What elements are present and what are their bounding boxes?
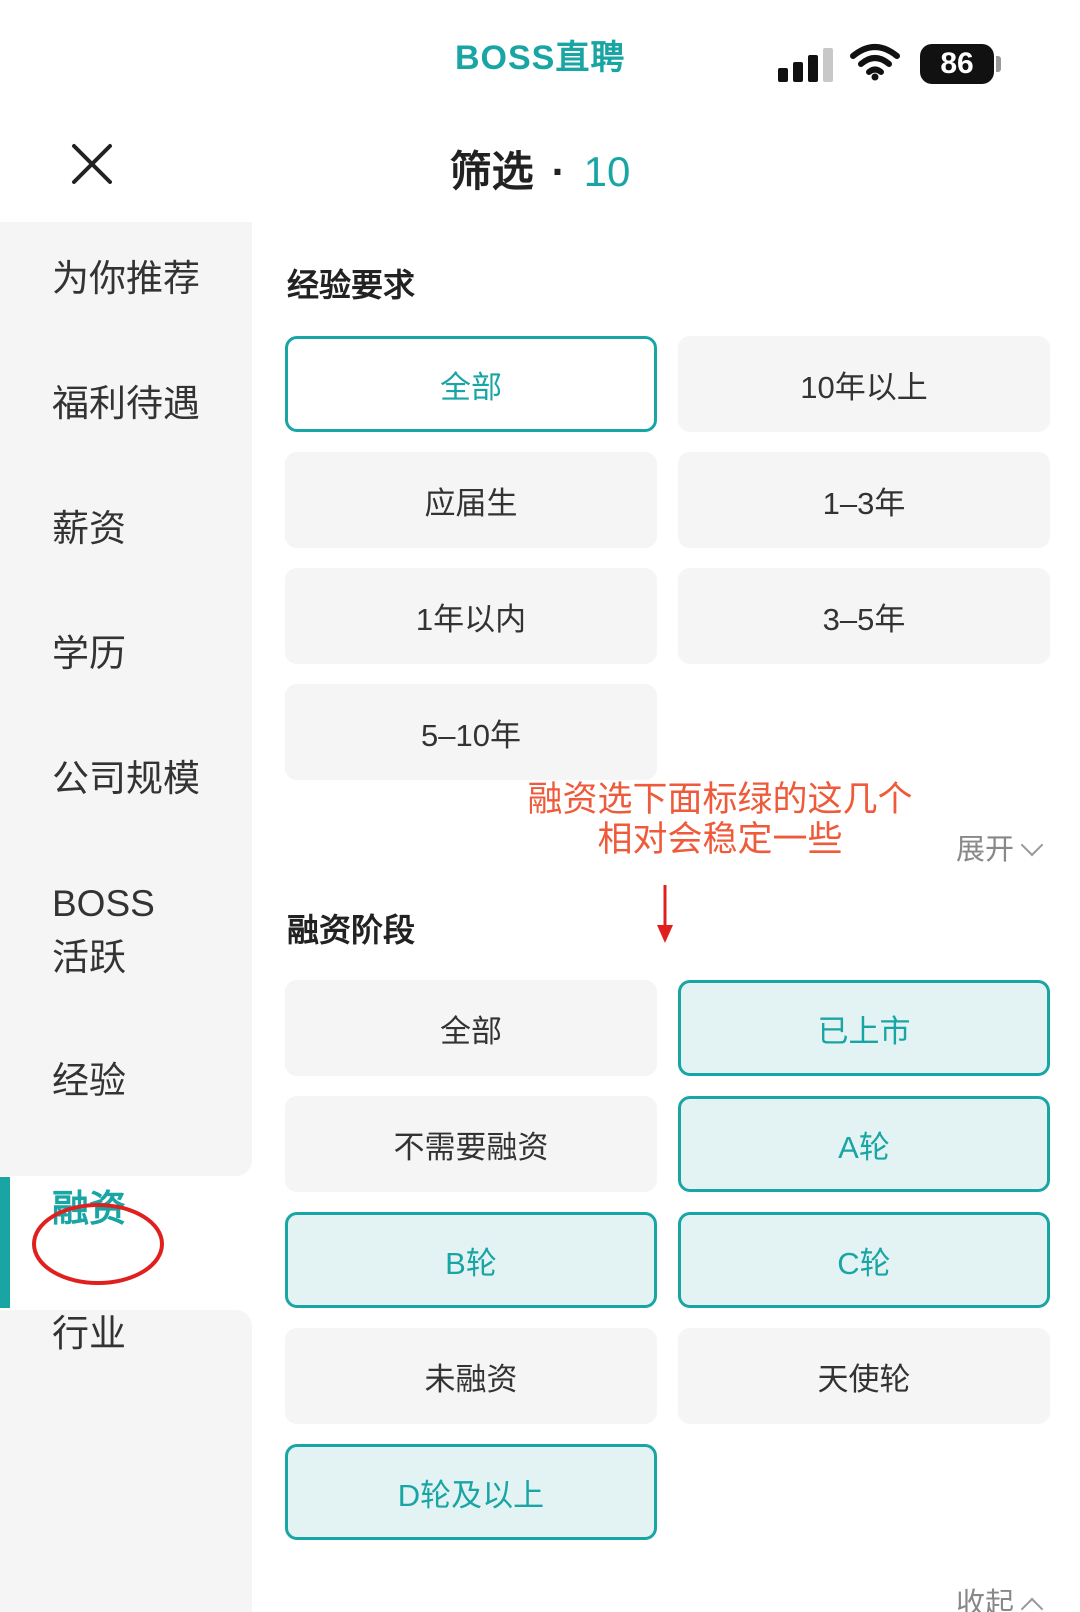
sidebar-item-company-size[interactable]: 公司规模	[0, 752, 252, 806]
option-funding-all[interactable]: 全部	[285, 980, 657, 1076]
sidebar-item-recommended[interactable]: 为你推荐	[0, 252, 252, 306]
option-funding-series-d-plus[interactable]: D轮及以上	[285, 1444, 657, 1540]
sidebar-background	[0, 222, 252, 1176]
option-experience-under-1[interactable]: 1年以内	[285, 568, 657, 664]
chevron-down-icon	[1020, 833, 1044, 857]
option-experience-5-10[interactable]: 5–10年	[285, 684, 657, 780]
option-funding-unfunded[interactable]: 未融资	[285, 1328, 657, 1424]
expand-button[interactable]: 展开	[956, 826, 1044, 868]
section-title-experience: 经验要求	[287, 267, 416, 303]
option-funding-listed[interactable]: 已上市	[678, 980, 1050, 1076]
sidebar-item-salary[interactable]: 薪资	[0, 502, 252, 556]
cellular-signal-icon	[778, 46, 836, 82]
option-experience-graduate[interactable]: 应届生	[285, 452, 657, 548]
red-circle-markup	[32, 1203, 164, 1285]
sidebar-item-boss-active[interactable]: BOSS 活跃	[0, 877, 252, 985]
app-brand-logo: BOSS直聘	[455, 39, 626, 77]
option-funding-not-needed[interactable]: 不需要融资	[285, 1096, 657, 1192]
red-arrow-markup	[657, 885, 673, 943]
option-experience-10plus[interactable]: 10年以上	[678, 336, 1050, 432]
option-experience-all[interactable]: 全部	[285, 336, 657, 432]
title-text: 筛选	[449, 148, 534, 195]
annotation-note: 融资选下面标绿的这几个 相对会稳定一些	[505, 780, 935, 860]
option-funding-series-c[interactable]: C轮	[678, 1212, 1050, 1308]
battery-tip	[996, 56, 1001, 72]
filter-category-sidebar: 为你推荐 福利待遇 薪资 学历 公司规模 BOSS 活跃 经验 融资 行业	[0, 222, 252, 1612]
option-experience-3-5[interactable]: 3–5年	[678, 568, 1050, 664]
sidebar-item-experience[interactable]: 经验	[0, 1054, 252, 1108]
collapse-button[interactable]: 收起	[956, 1580, 1044, 1612]
annotation-line-2: 相对会稳定一些	[597, 820, 843, 859]
filter-count: 10	[583, 148, 631, 195]
section-title-funding: 融资阶段	[287, 912, 416, 948]
status-bar: BOSS直聘 86	[0, 0, 1080, 110]
option-funding-angel[interactable]: 天使轮	[678, 1328, 1050, 1424]
chevron-up-icon	[1020, 1597, 1044, 1612]
option-funding-series-b[interactable]: B轮	[285, 1212, 657, 1308]
annotation-line-1: 融资选下面标绿的这几个	[527, 780, 913, 819]
title-separator: ·	[551, 148, 566, 195]
wifi-icon	[850, 44, 900, 81]
expand-label: 展开	[956, 834, 1015, 866]
page-title: 筛选 · 10	[0, 138, 1080, 199]
sidebar-item-education[interactable]: 学历	[0, 627, 252, 681]
collapse-label: 收起	[956, 1588, 1015, 1612]
sidebar-item-benefits[interactable]: 福利待遇	[0, 377, 252, 431]
option-funding-series-a[interactable]: A轮	[678, 1096, 1050, 1192]
battery-indicator: 86	[920, 44, 994, 84]
sidebar-item-industry[interactable]: 行业	[0, 1307, 252, 1361]
option-experience-1-3[interactable]: 1–3年	[678, 452, 1050, 548]
